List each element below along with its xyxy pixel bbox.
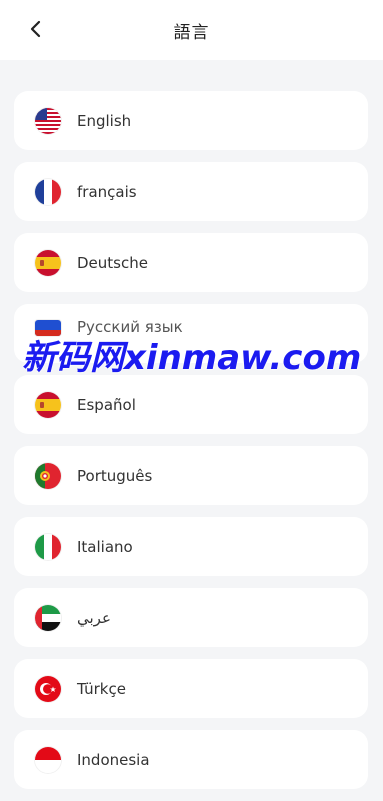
language-label: Italiano bbox=[77, 537, 133, 556]
us-flag-icon bbox=[35, 107, 61, 134]
turkey-flag-icon bbox=[35, 675, 61, 702]
language-item-spanish[interactable]: Español bbox=[14, 375, 368, 434]
language-item-italian[interactable]: Italiano bbox=[14, 517, 368, 576]
language-label: Deutsche bbox=[77, 253, 148, 272]
language-label: Русский язык bbox=[77, 317, 183, 336]
top-bar: 語言 bbox=[0, 0, 383, 60]
language-label: français bbox=[77, 182, 137, 201]
language-item-french[interactable]: français bbox=[14, 162, 368, 221]
language-item-arabic[interactable]: عربي bbox=[14, 588, 368, 647]
language-item-russian[interactable]: Русский язык bbox=[14, 304, 368, 363]
language-label: Türkçe bbox=[77, 679, 126, 698]
language-item-turkish[interactable]: Türkçe bbox=[14, 659, 368, 718]
language-label: Indonesia bbox=[77, 750, 150, 769]
language-item-german[interactable]: Deutsche bbox=[14, 233, 368, 292]
indonesia-flag-icon bbox=[35, 746, 61, 773]
language-item-indonesian[interactable]: Indonesia bbox=[14, 730, 368, 789]
language-item-portuguese[interactable]: Português bbox=[14, 446, 368, 505]
uae-flag-icon bbox=[35, 604, 61, 631]
italy-flag-icon bbox=[35, 533, 61, 560]
language-item-english[interactable]: English bbox=[14, 91, 368, 150]
portugal-flag-icon bbox=[35, 462, 61, 489]
language-label: عربي bbox=[77, 608, 111, 627]
language-list: English français Deutsche Русский язык E… bbox=[14, 91, 368, 801]
language-label: Português bbox=[77, 466, 153, 485]
france-flag-icon bbox=[35, 178, 61, 205]
spain-flag-icon bbox=[35, 391, 61, 418]
language-label: Español bbox=[77, 395, 136, 414]
language-label: English bbox=[77, 111, 132, 130]
spain-flag-icon bbox=[35, 249, 61, 276]
page-title: 語言 bbox=[173, 23, 210, 43]
russia-flag-icon bbox=[35, 319, 61, 336]
